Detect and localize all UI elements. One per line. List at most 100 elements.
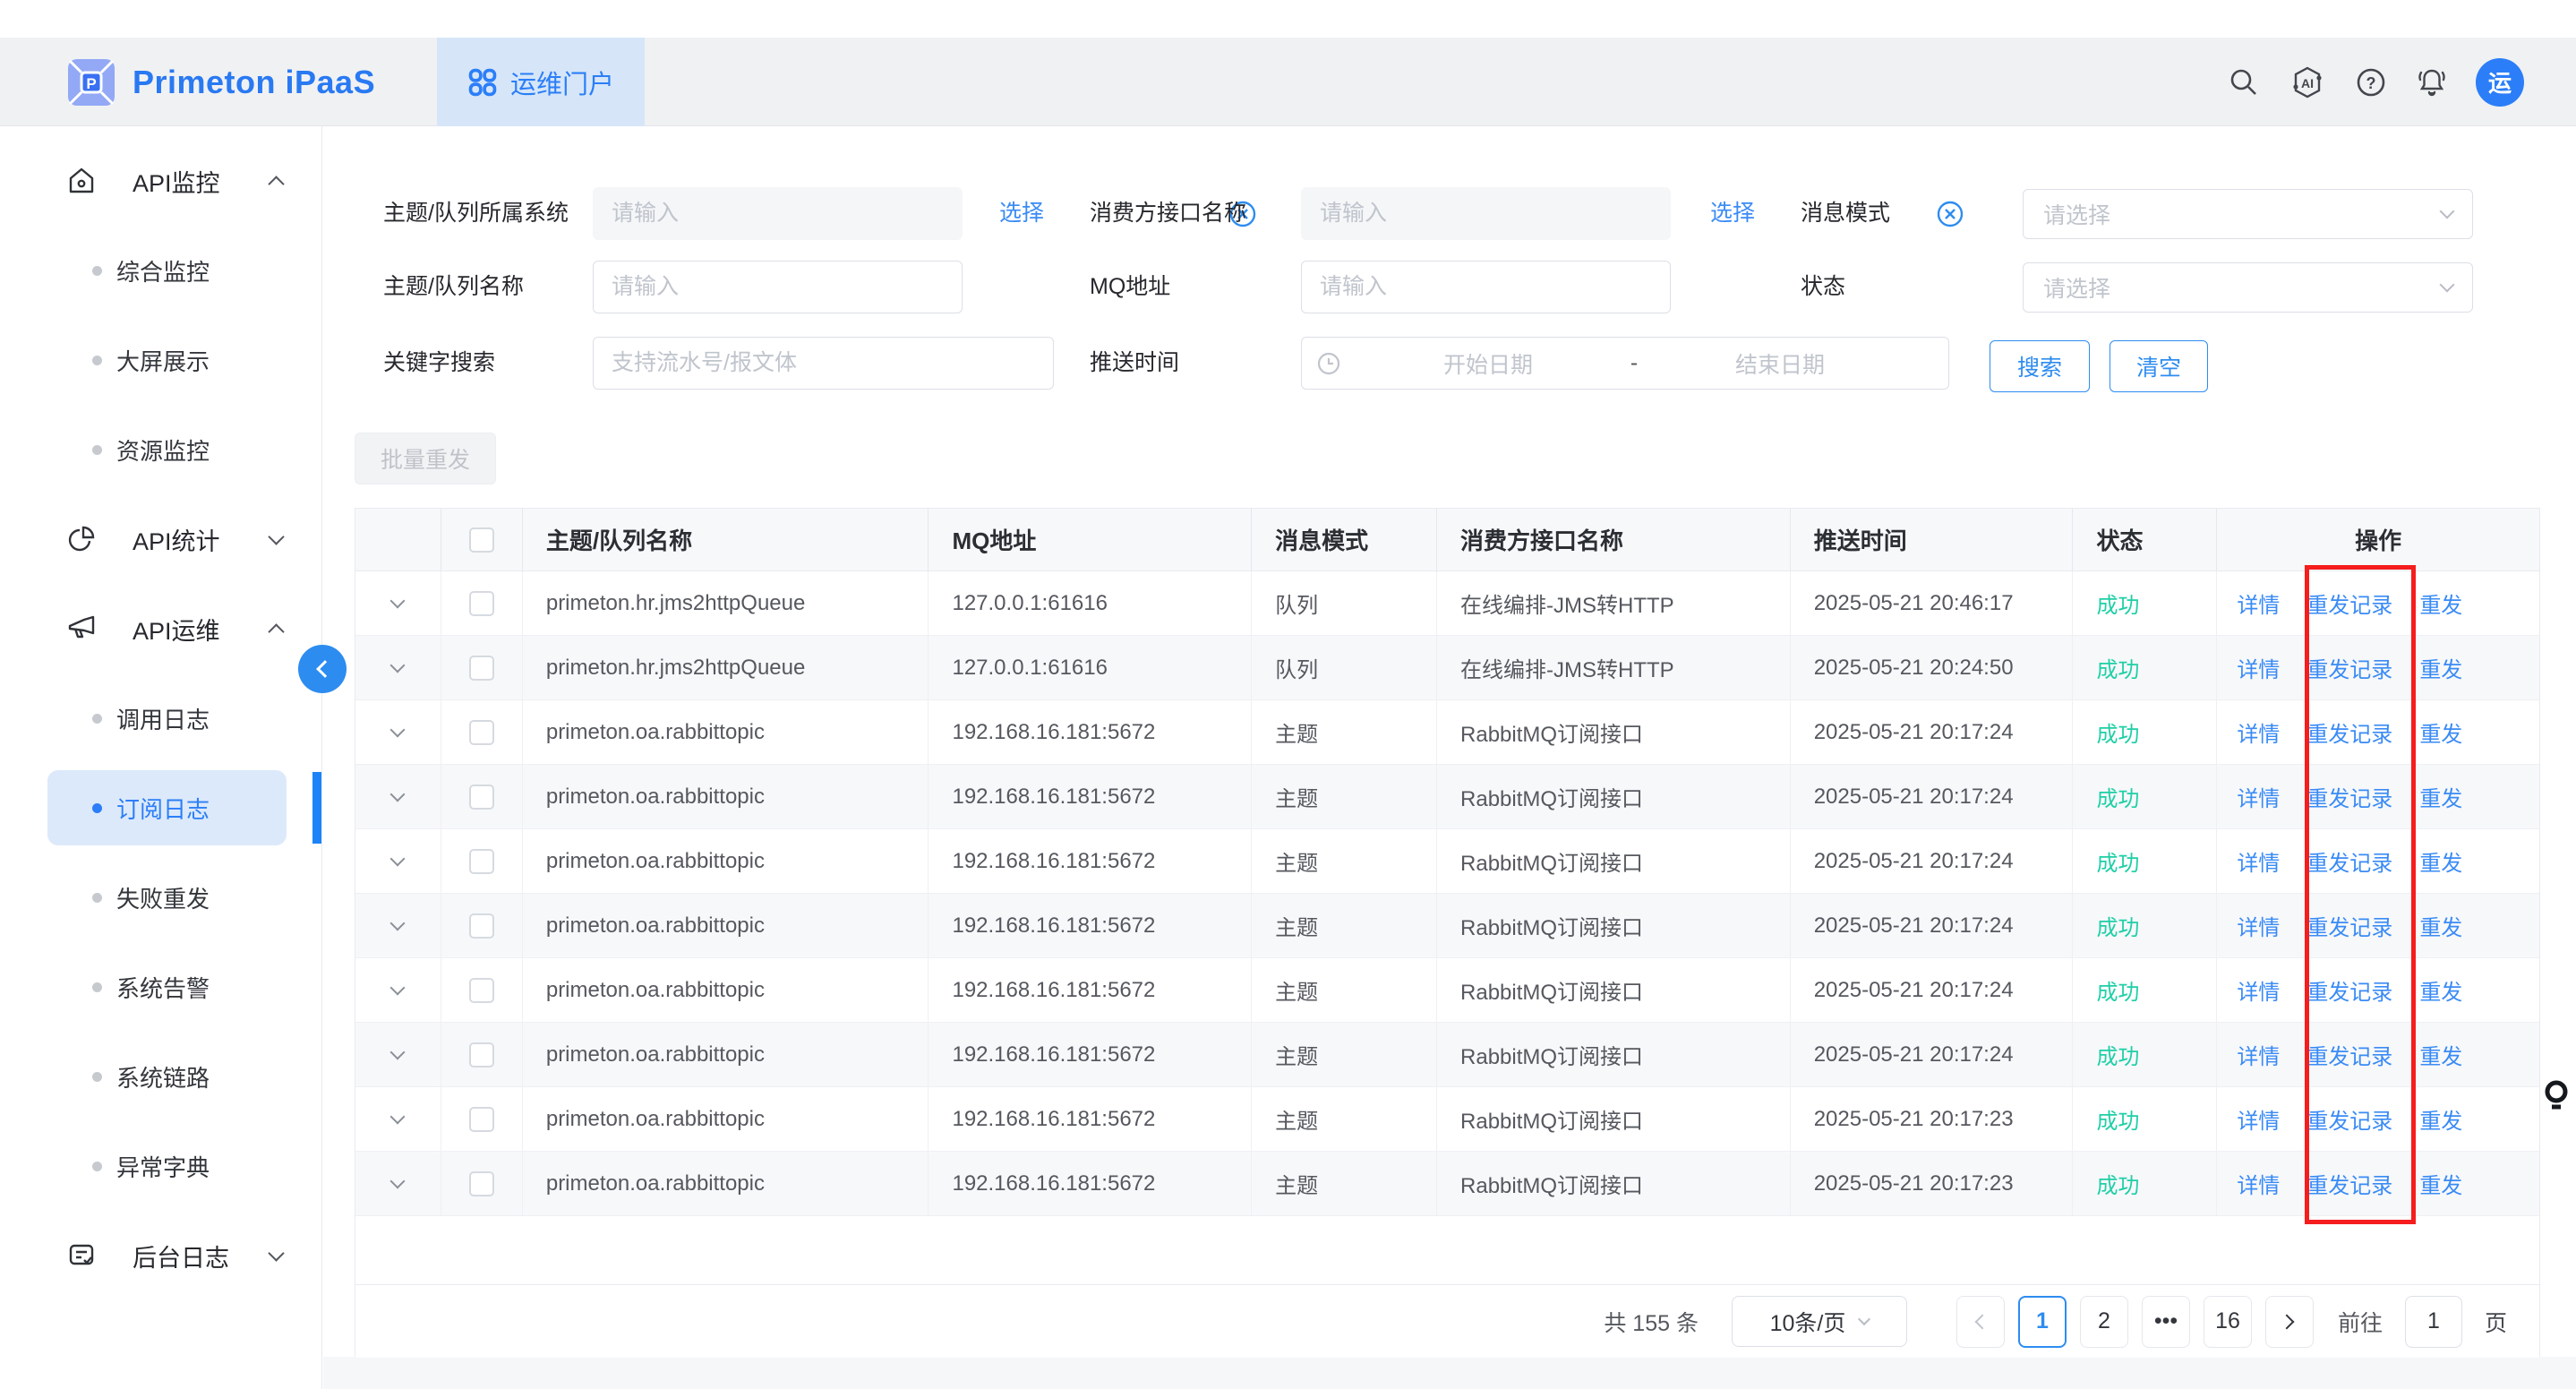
resend-record-link[interactable]: 重发记录 [2306,781,2392,812]
row-checkbox[interactable] [469,1107,494,1132]
resend-record-link[interactable]: 重发记录 [2306,716,2392,748]
expand-row-icon[interactable] [390,723,406,738]
resend-link[interactable]: 重发 [2419,910,2462,941]
cell-push-time: 2025-05-21 20:17:23 [1791,1087,2074,1151]
header-push-time: 推送时间 [1791,509,2074,570]
resend-record-link[interactable]: 重发记录 [2306,910,2392,941]
row-checkbox[interactable] [469,849,494,874]
sidebar-item-4[interactable]: API统计 [0,494,321,584]
push-time-range-picker[interactable]: 开始日期 - 结束日期 [1301,337,1949,390]
user-avatar[interactable]: 运 [2476,58,2524,107]
goto-page-input[interactable] [2405,1296,2462,1348]
row-checkbox[interactable] [469,656,494,681]
resend-record-link[interactable]: 重发记录 [2306,587,2392,619]
resend-link[interactable]: 重发 [2419,845,2462,877]
sidebar-item-11[interactable]: 异常字典 [0,1121,321,1211]
search-icon[interactable] [2227,65,2261,99]
sidebar-item-0[interactable]: API监控 [0,136,321,226]
resend-record-link[interactable]: 重发记录 [2306,1103,2392,1135]
resend-link[interactable]: 重发 [2419,652,2462,683]
resend-link[interactable]: 重发 [2419,587,2462,619]
detail-link[interactable]: 详情 [2237,974,2280,1006]
sidebar-item-12[interactable]: 后台日志 [0,1211,321,1300]
row-checkbox[interactable] [469,978,494,1003]
bell-icon[interactable] [2415,65,2449,99]
detail-link[interactable]: 详情 [2237,845,2280,877]
system-input[interactable] [593,187,963,240]
next-page-button[interactable] [2265,1296,2314,1348]
sidebar-item-8[interactable]: 失败重发 [0,853,321,942]
batch-resend-button[interactable]: 批量重发 [355,433,496,484]
search-button[interactable]: 搜索 [1990,340,2090,392]
msg-mode-select[interactable]: 请选择 [2023,189,2473,239]
detail-link[interactable]: 详情 [2237,652,2280,683]
expand-row-icon[interactable] [390,787,406,802]
consumer-input[interactable] [1301,187,1671,240]
row-checkbox[interactable] [469,1171,494,1196]
row-checkbox[interactable] [469,913,494,939]
sidebar-item-9[interactable]: 系统告警 [0,942,321,1032]
page-button-1[interactable]: 1 [2018,1296,2067,1348]
detail-link[interactable]: 详情 [2237,1103,2280,1135]
keyword-input[interactable] [593,337,1054,390]
sidebar-item-3[interactable]: 资源监控 [0,405,321,494]
resend-record-link[interactable]: 重发记录 [2306,652,2392,683]
expand-row-icon[interactable] [390,594,406,609]
status-select[interactable]: 请选择 [2023,262,2473,313]
page-button-16[interactable]: 16 [2204,1296,2252,1348]
detail-link[interactable]: 详情 [2237,716,2280,748]
prev-page-button[interactable] [1956,1296,2005,1348]
detail-link[interactable]: 详情 [2237,1039,2280,1070]
sidebar-item-1[interactable]: 综合监控 [0,226,321,315]
detail-link[interactable]: 详情 [2237,587,2280,619]
expand-row-icon[interactable] [390,852,406,867]
start-date-placeholder[interactable]: 开始日期 [1356,347,1621,380]
resend-link[interactable]: 重发 [2419,781,2462,812]
lightbulb-icon[interactable] [2543,1078,2572,1119]
row-checkbox[interactable] [469,591,494,616]
resend-record-link[interactable]: 重发记录 [2306,845,2392,877]
end-date-placeholder[interactable]: 结束日期 [1647,347,1913,380]
sidebar-collapse-button[interactable] [298,645,347,693]
system-select-link[interactable]: 选择 [999,187,1044,240]
expand-row-icon[interactable] [390,658,406,673]
consumer-select-link[interactable]: 选择 [1710,187,1755,240]
resend-link[interactable]: 重发 [2419,1168,2462,1199]
help-icon[interactable]: ? [2354,65,2388,99]
queue-name-input[interactable] [593,261,963,313]
sidebar-item-6[interactable]: 调用日志 [0,673,321,763]
table-header: 主题/队列名称 MQ地址 消息模式 消费方接口名称 推送时间 状态 操作 [355,509,2539,571]
expand-row-icon[interactable] [390,1174,406,1189]
detail-link[interactable]: 详情 [2237,1168,2280,1199]
brand-logo[interactable]: P Primeton iPaaS [66,38,375,126]
row-checkbox[interactable] [469,1042,494,1067]
ai-icon[interactable]: AI [2288,65,2327,99]
page-size-select[interactable]: 10条/页 [1732,1296,1907,1347]
clear-icon[interactable] [1935,199,1965,229]
sidebar-item-7[interactable]: 订阅日志 [0,763,321,853]
resend-record-link[interactable]: 重发记录 [2306,1039,2392,1070]
sidebar-item-2[interactable]: 大屏展示 [0,315,321,405]
resend-record-link[interactable]: 重发记录 [2306,1168,2392,1199]
expand-row-icon[interactable] [390,981,406,996]
detail-link[interactable]: 详情 [2237,781,2280,812]
select-all-checkbox[interactable] [469,527,494,553]
page-button-2[interactable]: 2 [2080,1296,2128,1348]
row-checkbox[interactable] [469,785,494,810]
sidebar-item-5[interactable]: API运维 [0,584,321,673]
resend-record-link[interactable]: 重发记录 [2306,974,2392,1006]
sidebar-item-10[interactable]: 系统链路 [0,1032,321,1121]
expand-row-icon[interactable] [390,916,406,931]
row-checkbox[interactable] [469,720,494,745]
mq-addr-input[interactable] [1301,261,1671,313]
resend-link[interactable]: 重发 [2419,1039,2462,1070]
resend-link[interactable]: 重发 [2419,974,2462,1006]
detail-link[interactable]: 详情 [2237,910,2280,941]
expand-row-icon[interactable] [390,1045,406,1060]
page-ellipsis[interactable]: ••• [2142,1296,2190,1348]
tab-ops-portal[interactable]: 运维门户 [437,38,645,126]
expand-row-icon[interactable] [390,1110,406,1125]
resend-link[interactable]: 重发 [2419,716,2462,748]
clear-button[interactable]: 清空 [2110,340,2208,392]
resend-link[interactable]: 重发 [2419,1103,2462,1135]
